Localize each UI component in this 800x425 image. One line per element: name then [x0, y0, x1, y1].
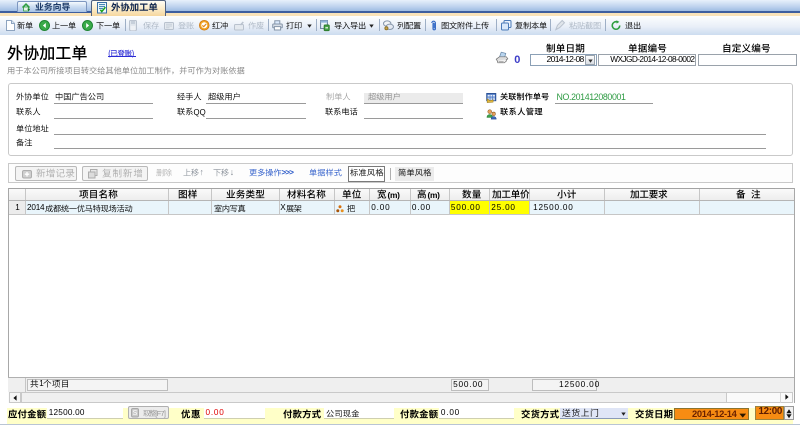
svg-text:S: S — [133, 410, 138, 417]
